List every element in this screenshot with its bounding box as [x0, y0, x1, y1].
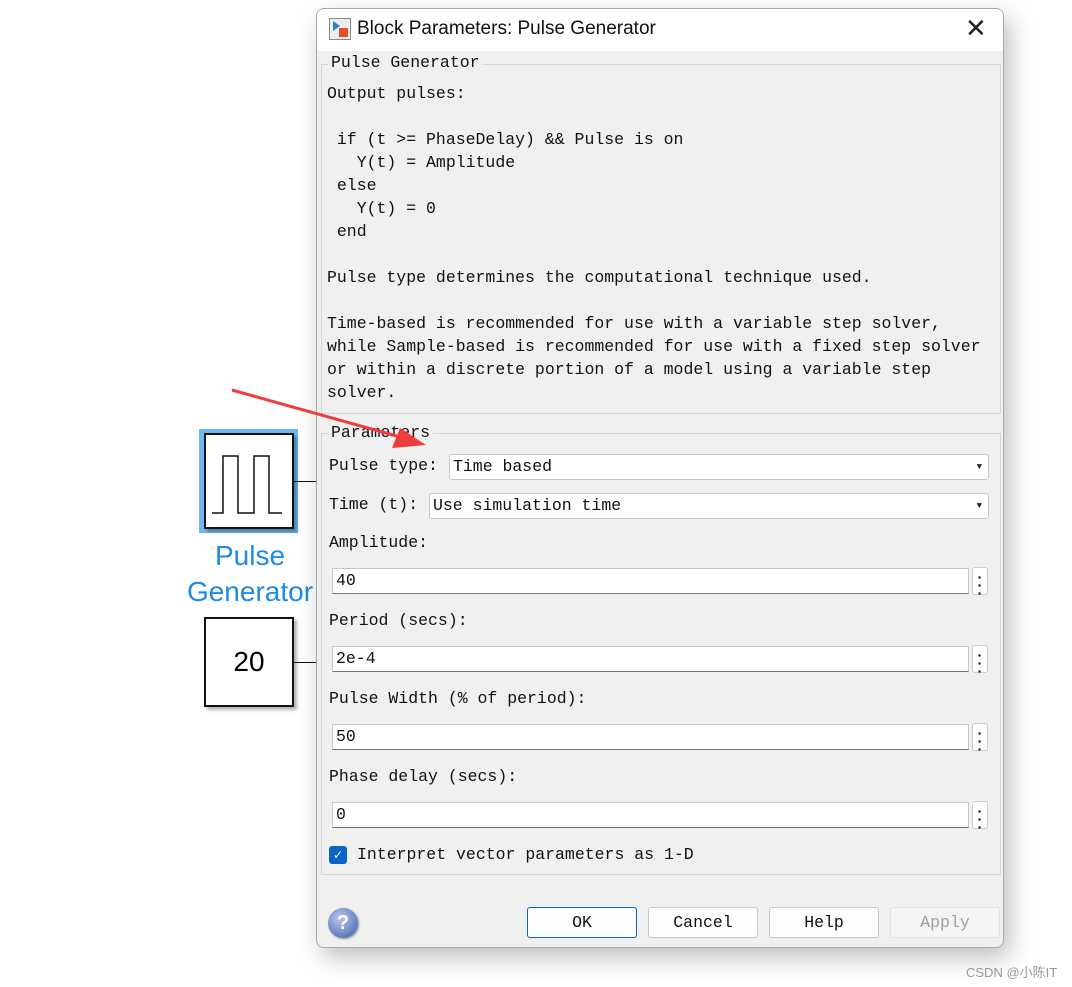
watermark: CSDN @小陈IT [966, 965, 1058, 980]
red-arrow-annotation [231, 388, 426, 448]
